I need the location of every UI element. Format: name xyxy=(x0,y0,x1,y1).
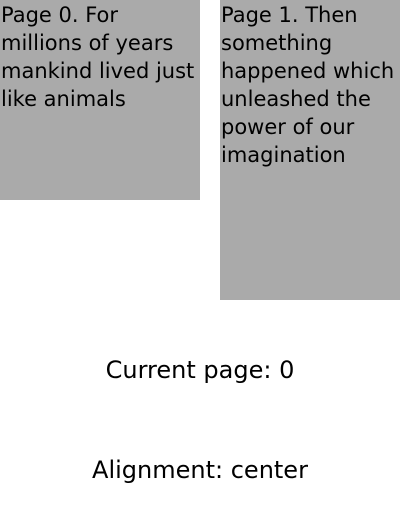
page-1-text: Page 1. Then something happened which un… xyxy=(221,3,395,167)
page-card-1[interactable]: Page 1. Then something happened which un… xyxy=(220,0,400,300)
page-0-text: Page 0. For millions of years mankind li… xyxy=(1,3,195,111)
page-carousel[interactable]: Page 0. For millions of years mankind li… xyxy=(0,0,400,300)
alignment-label: Alignment: center xyxy=(92,456,308,484)
page-card-0[interactable]: Page 0. For millions of years mankind li… xyxy=(0,0,200,200)
current-page-label: Current page: 0 xyxy=(105,356,295,384)
